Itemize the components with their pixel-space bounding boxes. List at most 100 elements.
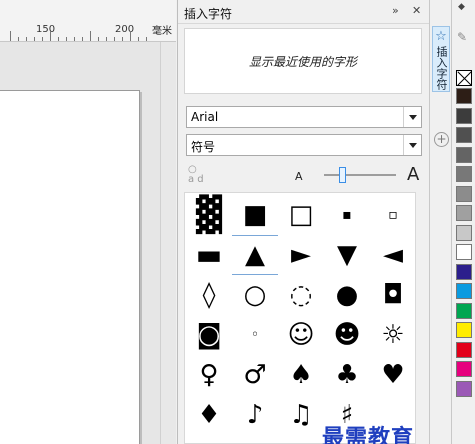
glyph-cell[interactable]: ▓ <box>186 195 232 235</box>
recent-glyphs-area[interactable]: 显示最近使用的字形 <box>184 28 422 94</box>
glyph-cell[interactable]: ▲ <box>232 235 278 275</box>
subset-select-value: 符号 <box>191 140 216 154</box>
color-swatch[interactable] <box>456 205 472 221</box>
glyph-cell[interactable]: ▼ <box>324 235 370 275</box>
glyph-cell[interactable]: ♀ <box>186 355 232 395</box>
glyph-cell[interactable]: ☺ <box>278 315 324 355</box>
ruler-label-150: 150 <box>36 24 56 35</box>
glyph-cell[interactable]: ▪ <box>324 195 370 235</box>
font-select[interactable]: Arial <box>186 106 422 128</box>
close-icon[interactable]: ✕ <box>412 4 421 17</box>
glyph-cell[interactable]: ♫ <box>278 395 324 435</box>
collapse-icon[interactable]: » <box>392 4 399 17</box>
eyedropper-icon[interactable]: ✎ <box>457 30 467 44</box>
glyph-cell[interactable]: ◙ <box>186 315 232 355</box>
docker-title: 插入字符 <box>184 7 233 21</box>
color-swatch[interactable] <box>456 283 472 299</box>
glyph-cell[interactable]: ☻ <box>324 315 370 355</box>
ruler-tick <box>66 37 67 41</box>
glyph-cell[interactable]: ♠ <box>278 355 324 395</box>
color-swatch[interactable] <box>456 380 472 397</box>
color-swatch[interactable] <box>456 341 472 358</box>
smaller-glyph-icon[interactable]: A <box>295 170 303 183</box>
ruler-tick <box>130 31 131 41</box>
vertical-scrollbar[interactable] <box>160 42 176 444</box>
ruler-tick <box>114 37 115 41</box>
color-swatch[interactable] <box>456 361 472 377</box>
ruler-tick <box>58 37 59 41</box>
ruler-unit: 毫米 <box>152 26 172 37</box>
font-select-value: Arial <box>191 110 219 124</box>
ruler-tick <box>122 37 123 41</box>
glyph-cell[interactable]: ◦ <box>232 315 278 355</box>
color-swatch[interactable] <box>456 263 472 280</box>
character-subset-select[interactable]: 符号 <box>186 134 422 156</box>
glyph-cell[interactable]: ◘ <box>370 275 416 315</box>
color-swatch[interactable] <box>456 88 472 104</box>
glyph-cell[interactable]: ◄ <box>370 235 416 275</box>
glyph-cell[interactable]: ▫ <box>370 195 416 235</box>
color-palette: ◆ ✎ <box>451 0 475 444</box>
glyph-cell[interactable]: ● <box>324 275 370 315</box>
chevron-down-icon[interactable] <box>403 135 421 155</box>
glyph-grid: ▓ ■ □ ▪ ▫ ▬ ▲ ► ▼ ◄ ◊ ○ ◌ ● ◘ ◙ ◦ ☺ ☻ ☼ ♀ ♂ ♠ ♣ ♥ ♦ ♪ ♫ ♯ <box>184 192 416 444</box>
ruler-tick <box>10 31 11 41</box>
larger-glyph-icon[interactable]: A <box>407 164 419 185</box>
ruler-tick <box>82 37 83 41</box>
docker-tab-strip: ☆ 插入字符 + <box>429 0 451 444</box>
ruler-tick <box>26 37 27 41</box>
ruler-tick <box>42 37 43 41</box>
color-swatch[interactable] <box>456 224 472 241</box>
glyph-cell[interactable]: ► <box>278 235 324 275</box>
document-area: 150 200 毫米 <box>0 0 176 444</box>
glyph-cell[interactable]: ▬ <box>186 235 232 275</box>
star-icon: ☆ <box>435 29 447 44</box>
glyph-cell[interactable]: ◊ <box>186 275 232 315</box>
glyph-size-slider-thumb[interactable] <box>339 167 346 183</box>
no-color-swatch[interactable] <box>456 70 472 86</box>
glyph-cell[interactable]: ☼ <box>370 315 416 355</box>
glyph-cell[interactable]: ♪ <box>232 395 278 435</box>
chevron-down-icon[interactable] <box>403 107 421 127</box>
ruler-tick <box>18 37 19 41</box>
watermark: 最需教育 <box>322 426 415 444</box>
color-swatch[interactable] <box>456 322 472 338</box>
glyph-size-slider[interactable] <box>324 174 396 176</box>
ruler-tick <box>138 37 139 41</box>
ruler-tick <box>74 37 75 41</box>
color-swatch[interactable] <box>456 107 472 124</box>
canvas-page[interactable] <box>0 90 140 444</box>
glyph-cell[interactable]: ■ <box>232 195 278 235</box>
ruler-tick <box>106 37 107 41</box>
color-swatch[interactable] <box>456 244 472 260</box>
glyph-cell[interactable]: ◌ <box>278 275 324 315</box>
ruler-tick <box>50 31 51 41</box>
color-swatch[interactable] <box>456 166 472 182</box>
glyph-cell[interactable]: ♣ <box>324 355 370 395</box>
color-swatch[interactable] <box>456 302 472 319</box>
glyph-cell[interactable]: ♦ <box>186 395 232 435</box>
docker-header: 插入字符 » ✕ <box>178 0 430 24</box>
glyph-cell[interactable]: □ <box>278 195 324 235</box>
glyph-cell[interactable]: ♂ <box>232 355 278 395</box>
color-swatch[interactable] <box>456 127 472 143</box>
palette-scroll-up-icon[interactable]: ◆ <box>458 2 465 12</box>
ruler-label-200: 200 <box>115 24 135 35</box>
show-all-glyphs-icon[interactable]: ○ a d <box>188 165 204 185</box>
glyph-grid-scrollbar[interactable] <box>416 192 428 444</box>
ruler-tick <box>98 37 99 41</box>
tab-insert-character-label: 插入字符 <box>435 46 448 90</box>
recent-glyphs-placeholder: 显示最近使用的字形 <box>248 54 357 69</box>
ruler-tick <box>34 37 35 41</box>
color-swatch[interactable] <box>456 185 472 202</box>
glyph-size-row: ○ a d A A <box>178 163 430 189</box>
glyph-cell[interactable]: ♥ <box>370 355 416 395</box>
glyph-cell[interactable]: ○ <box>232 275 278 315</box>
ruler-tick <box>146 37 147 41</box>
horizontal-ruler[interactable]: 150 200 毫米 <box>0 0 176 42</box>
insert-character-docker: 插入字符 » ✕ 显示最近使用的字形 Arial 符号 ○ a d A A ▓ ■ □… <box>177 0 430 444</box>
add-docker-icon[interactable]: + <box>434 132 449 147</box>
tab-insert-character[interactable]: ☆ 插入字符 <box>432 26 450 92</box>
color-swatch[interactable] <box>456 146 472 163</box>
ruler-tick <box>90 31 91 41</box>
